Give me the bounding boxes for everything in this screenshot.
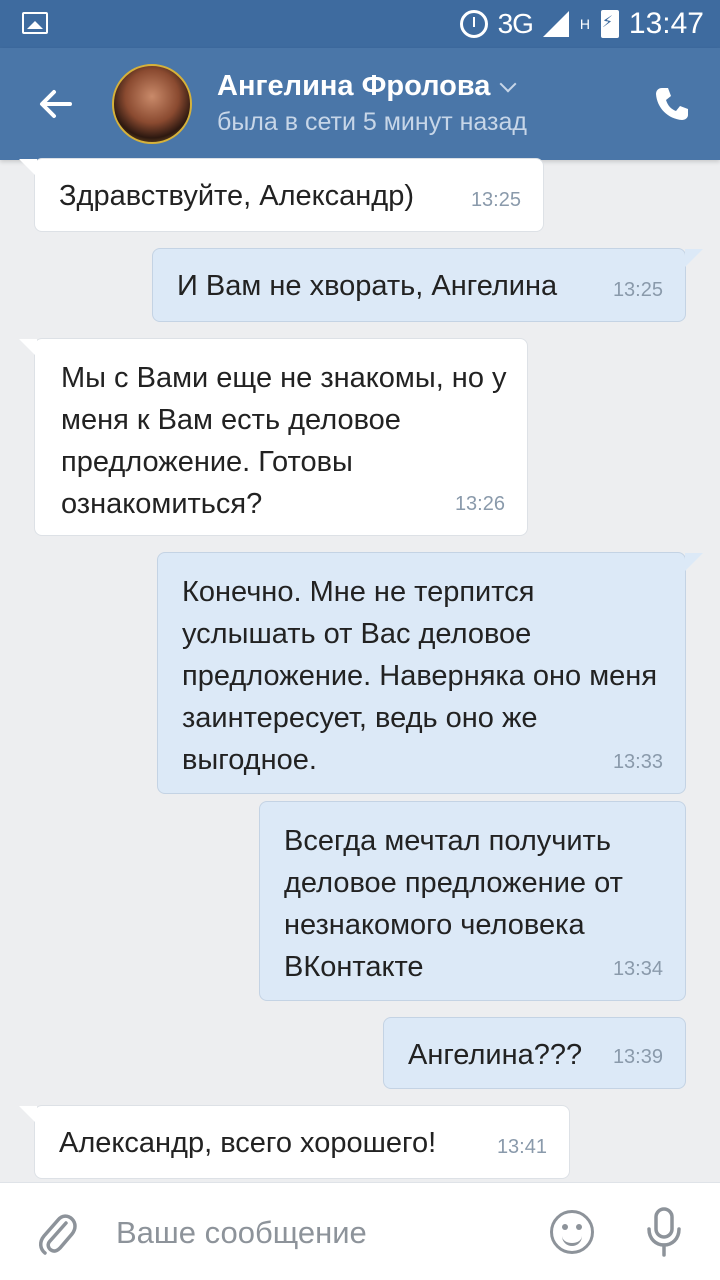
gallery-notification-icon: [22, 12, 48, 34]
message-bubble-outgoing[interactable]: И Вам не хворать, Ангелина 13:25: [152, 248, 703, 322]
alarm-icon: [459, 10, 488, 38]
contact-name: Ангелина Фролова: [217, 70, 491, 102]
network-type: 3G: [497, 8, 534, 39]
phone-icon[interactable]: [652, 84, 692, 124]
message-text: Мы с Вами еще не знакомы, но у меня к Ва…: [61, 362, 507, 520]
signal-icon: [542, 11, 569, 37]
message-text: Александр, всего хорошего!: [59, 1127, 437, 1159]
message-time: 13:25: [470, 189, 521, 211]
status-bar-right: 3G H 13:47: [459, 6, 704, 42]
message-composer: Ваше сообщение: [0, 1182, 720, 1280]
message-time: 13:41: [496, 1136, 547, 1158]
paperclip-icon[interactable]: [36, 1211, 78, 1257]
message-input[interactable]: Ваше сообщение: [116, 1215, 367, 1251]
message-text: Всегда мечтал получить деловое предложен…: [284, 825, 623, 983]
chat-header: Ангелина Фролова была в сети 5 минут наз…: [0, 48, 720, 160]
arrow-left-icon[interactable]: [36, 84, 76, 124]
message-time: 13:33: [612, 751, 663, 773]
message-text: Конечно. Мне не терпится услышать от Вас…: [182, 576, 658, 776]
message-bubble-outgoing[interactable]: Ангелина??? 13:39: [383, 1017, 686, 1089]
message-bubble-outgoing[interactable]: Всегда мечтал получить деловое предложен…: [259, 801, 686, 1001]
chevron-down-icon: [499, 75, 517, 92]
battery-icon: [600, 10, 619, 38]
bubble-tail: [19, 339, 37, 357]
message-time: 13:25: [612, 279, 663, 301]
message-bubble-incoming[interactable]: Здравствуйте, Александр) 13:25: [19, 158, 544, 232]
bubble-tail: [19, 159, 37, 177]
contact-name-row[interactable]: Ангелина Фролова: [217, 70, 517, 103]
message-list: Здравствуйте, Александр) 13:25 И Вам не …: [0, 158, 720, 1182]
smile-icon[interactable]: [550, 1210, 594, 1254]
avatar[interactable]: [112, 64, 192, 144]
message-time: 13:39: [612, 1046, 663, 1068]
message-bubble-incoming[interactable]: Александр, всего хорошего! 13:41: [19, 1105, 570, 1179]
message-time: 13:34: [612, 958, 663, 980]
bubble-tail: [19, 1106, 37, 1124]
bubble-tail: [685, 553, 703, 571]
message-text: Здравствуйте, Александр): [59, 180, 414, 212]
message-text: И Вам не хворать, Ангелина: [177, 270, 558, 302]
network-sub: H: [579, 16, 590, 32]
bubble-tail: [685, 249, 703, 267]
message-time: 13:26: [454, 493, 505, 515]
status-bar: 3G H 13:47: [0, 0, 720, 48]
presence-status: была в сети 5 минут назад: [217, 108, 527, 136]
message-bubble-outgoing[interactable]: Конечно. Мне не терпится услышать от Вас…: [157, 552, 703, 794]
message-bubble-incoming[interactable]: Мы с Вами еще не знакомы, но у меня к Ва…: [19, 338, 528, 536]
status-clock: 13:47: [628, 7, 704, 40]
microphone-icon[interactable]: [644, 1205, 684, 1261]
